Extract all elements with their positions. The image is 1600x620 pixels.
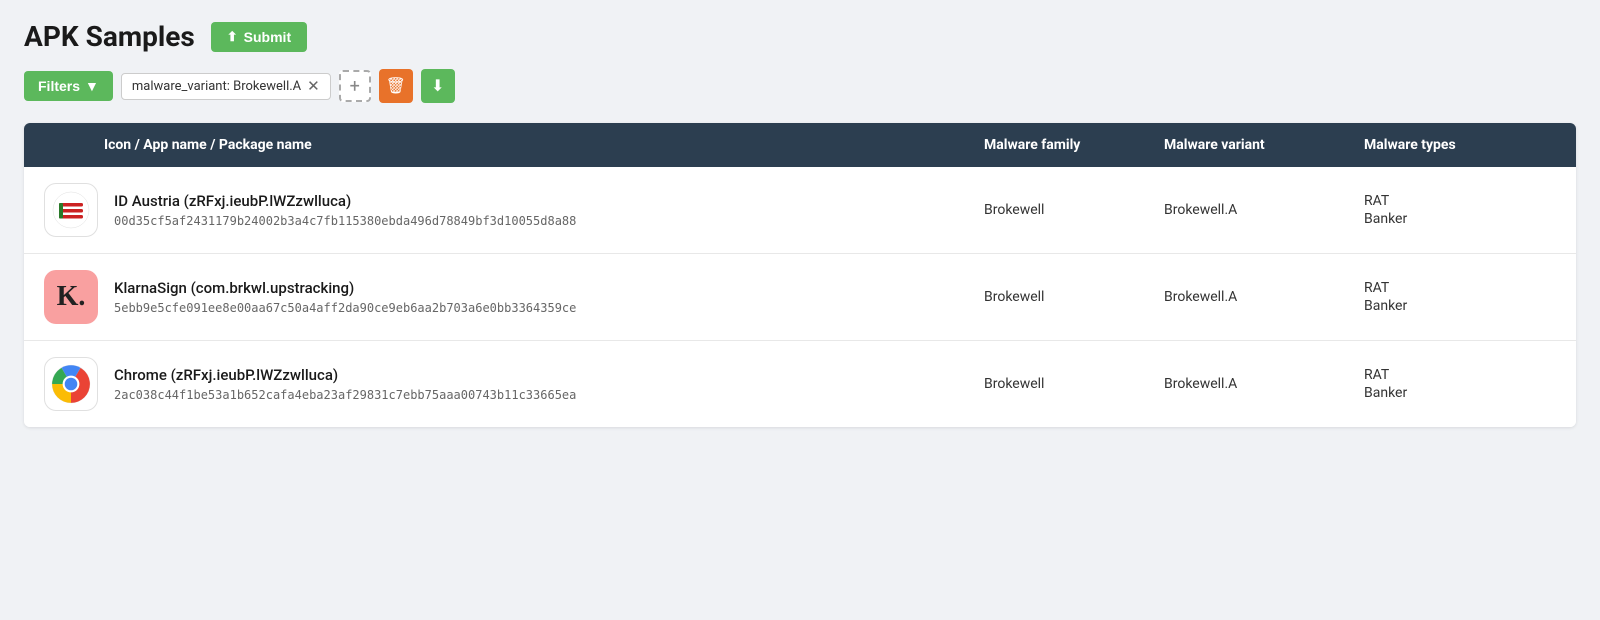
app-hash: 2ac038c44f1be53a1b652cafa4eba23af29831c7… bbox=[114, 388, 576, 402]
malware-type-rat: RAT bbox=[1364, 367, 1548, 383]
app-name: ID Austria (zRFxj.ieubP.lWZzwlluca) bbox=[114, 192, 576, 210]
filters-label: Filters bbox=[38, 78, 80, 94]
app-cell: Chrome (zRFxj.ieubP.lWZzwlluca) 2ac038c4… bbox=[44, 357, 976, 411]
malware-variant: Brokewell.A bbox=[1156, 202, 1356, 218]
filters-button[interactable]: Filters ▼ bbox=[24, 71, 113, 101]
submit-button[interactable]: ⬆ Submit bbox=[211, 22, 307, 52]
table-row: ID Austria (zRFxj.ieubP.lWZzwlluca) 00d3… bbox=[24, 167, 1576, 254]
page-container: APK Samples ⬆ Submit Filters ▼ malware_v… bbox=[0, 0, 1600, 620]
col-header-variant: Malware variant bbox=[1156, 137, 1356, 153]
malware-type-banker: Banker bbox=[1364, 211, 1548, 227]
add-filter-button[interactable]: + bbox=[339, 70, 371, 102]
trash-icon: 🗑 bbox=[386, 76, 406, 96]
malware-variant: Brokewell.A bbox=[1156, 289, 1356, 305]
malware-family: Brokewell bbox=[976, 289, 1156, 305]
malware-types: RAT Banker bbox=[1356, 193, 1556, 227]
chevron-down-icon: ▼ bbox=[85, 78, 99, 94]
malware-type-banker: Banker bbox=[1364, 298, 1548, 314]
filter-row: Filters ▼ malware_variant: Brokewell.A ✕… bbox=[24, 69, 1576, 103]
klarna-letter: K. bbox=[57, 281, 86, 313]
download-button[interactable]: ⬇ bbox=[421, 69, 455, 103]
malware-variant: Brokewell.A bbox=[1156, 376, 1356, 392]
table-row: Chrome (zRFxj.ieubP.lWZzwlluca) 2ac038c4… bbox=[24, 341, 1576, 427]
upload-icon: ⬆ bbox=[227, 29, 238, 45]
table-row: K. KlarnaSign (com.brkwl.upstracking) 5e… bbox=[24, 254, 1576, 341]
col-header-types: Malware types bbox=[1356, 137, 1556, 153]
filter-tag: malware_variant: Brokewell.A ✕ bbox=[121, 73, 331, 100]
page-title: APK Samples bbox=[24, 20, 195, 53]
samples-table: Icon / App name / Package name Malware f… bbox=[24, 123, 1576, 427]
app-info: Chrome (zRFxj.ieubP.lWZzwlluca) 2ac038c4… bbox=[114, 366, 576, 402]
malware-type-rat: RAT bbox=[1364, 280, 1548, 296]
delete-button[interactable]: 🗑 bbox=[379, 69, 413, 103]
download-icon: ⬇ bbox=[431, 76, 444, 96]
app-hash: 5ebb9e5cfe091ee8e00aa67c50a4aff2da90ce9e… bbox=[114, 301, 576, 315]
app-name: KlarnaSign (com.brkwl.upstracking) bbox=[114, 279, 576, 297]
app-icon-chrome bbox=[44, 357, 98, 411]
malware-family: Brokewell bbox=[976, 202, 1156, 218]
malware-types: RAT Banker bbox=[1356, 367, 1556, 401]
app-icon-id-austria bbox=[44, 183, 98, 237]
filter-remove-icon[interactable]: ✕ bbox=[307, 79, 320, 94]
id-austria-svg bbox=[51, 190, 91, 230]
chrome-svg bbox=[50, 363, 92, 405]
app-cell: ID Austria (zRFxj.ieubP.lWZzwlluca) 00d3… bbox=[44, 183, 976, 237]
table-header: Icon / App name / Package name Malware f… bbox=[24, 123, 1576, 167]
app-hash: 00d35cf5af2431179b24002b3a4c7fb115380ebd… bbox=[114, 214, 576, 228]
header-row: APK Samples ⬆ Submit bbox=[24, 20, 1576, 53]
app-info: KlarnaSign (com.brkwl.upstracking) 5ebb9… bbox=[114, 279, 576, 315]
submit-label: Submit bbox=[244, 29, 291, 45]
plus-icon: + bbox=[350, 76, 360, 97]
app-info: ID Austria (zRFxj.ieubP.lWZzwlluca) 00d3… bbox=[114, 192, 576, 228]
app-icon-klarna: K. bbox=[44, 270, 98, 324]
col-header-family: Malware family bbox=[976, 137, 1156, 153]
malware-type-banker: Banker bbox=[1364, 385, 1548, 401]
malware-family: Brokewell bbox=[976, 376, 1156, 392]
filter-tag-text: malware_variant: Brokewell.A bbox=[132, 79, 301, 94]
malware-types: RAT Banker bbox=[1356, 280, 1556, 314]
app-name: Chrome (zRFxj.ieubP.lWZzwlluca) bbox=[114, 366, 576, 384]
app-cell: K. KlarnaSign (com.brkwl.upstracking) 5e… bbox=[44, 270, 976, 324]
col-header-app: Icon / App name / Package name bbox=[44, 137, 976, 153]
malware-type-rat: RAT bbox=[1364, 193, 1548, 209]
